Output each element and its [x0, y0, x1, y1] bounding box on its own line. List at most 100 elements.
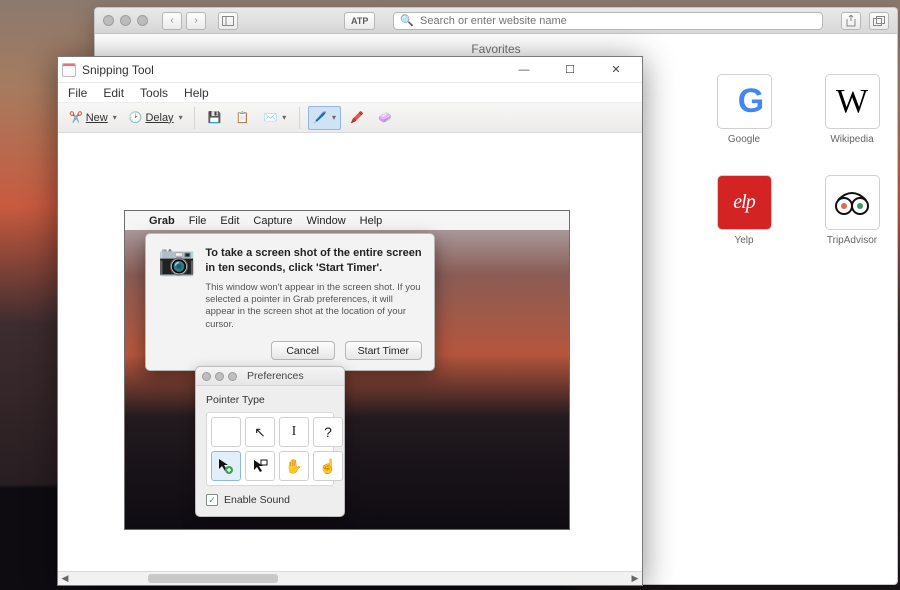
clock-icon: 🕑	[129, 111, 143, 124]
grab-screenshot: Grab File Edit Capture Window Help ↖ 📷 T…	[124, 210, 570, 530]
toolbar-separator	[194, 107, 195, 129]
grab-timer-dialog: 📷 To take a screen shot of the entire sc…	[145, 233, 435, 371]
horizontal-scrollbar[interactable]: ◀ ▶	[58, 571, 642, 585]
dialog-body-text: This window won't appear in the screen s…	[205, 282, 422, 331]
delay-label: Delay	[145, 112, 173, 124]
pen-button[interactable]: 🖊️ ▾	[308, 106, 341, 130]
menu-file[interactable]: File	[66, 85, 89, 101]
safari-titlebar: ‹ › ATP 🔍	[95, 8, 897, 34]
share-button[interactable]	[841, 12, 861, 30]
menu-help[interactable]: Help	[182, 85, 211, 101]
chevron-down-icon[interactable]: ▾	[332, 113, 336, 122]
url-bar[interactable]: 🔍	[393, 12, 823, 30]
minimize-dot[interactable]	[215, 372, 224, 381]
delay-button[interactable]: 🕑 Delay ▾	[124, 106, 186, 130]
chevron-down-icon[interactable]: ▾	[113, 113, 117, 122]
content-blocker-badge[interactable]: ATP	[344, 12, 375, 30]
maximize-button[interactable]: ☐	[556, 60, 584, 80]
pointer-none[interactable]	[211, 417, 241, 447]
snip-menubar[interactable]: File Edit Tools Help	[58, 83, 642, 103]
pointer-help[interactable]: ?	[313, 417, 343, 447]
close-dot[interactable]	[202, 372, 211, 381]
favorite-label: TripAdvisor	[827, 235, 877, 246]
menu-help[interactable]: Help	[360, 215, 383, 227]
menu-window[interactable]: Window	[307, 215, 346, 227]
scroll-right-arrow[interactable]: ▶	[628, 572, 642, 585]
new-label: New	[86, 112, 108, 124]
menu-edit[interactable]: Edit	[220, 215, 239, 227]
favorite-label: Google	[728, 134, 760, 145]
favorite-wikipedia[interactable]: W Wikipedia	[819, 74, 885, 145]
toolbar-separator	[299, 107, 300, 129]
copy-icon: 📋	[236, 111, 250, 124]
chevron-down-icon[interactable]: ▾	[179, 113, 183, 122]
snip-toolbar: ✂️ New ▾ 🕑 Delay ▾ 💾 📋 ✉️ ▾ 🖊️ ▾ 🖍️ 🧼	[58, 103, 642, 133]
grab-preferences-window: Preferences Pointer Type ↖ I ?	[195, 366, 345, 517]
favorite-google[interactable]: G Google	[711, 74, 777, 145]
pointer-type-label: Pointer Type	[206, 394, 334, 406]
enable-sound-label: Enable Sound	[224, 494, 290, 506]
copy-button[interactable]: 📋	[231, 106, 255, 130]
prefs-titlebar[interactable]: Preferences	[196, 367, 344, 386]
url-input[interactable]	[420, 15, 816, 27]
sidebar-button[interactable]	[218, 12, 238, 30]
camera-icon: 📷	[158, 246, 195, 282]
enable-sound-row[interactable]: ✓ Enable Sound	[206, 494, 334, 506]
tripadvisor-icon	[825, 175, 880, 230]
pointer-arrow[interactable]: ↖	[245, 417, 275, 447]
close-dot[interactable]	[103, 15, 114, 26]
menu-capture[interactable]: Capture	[253, 215, 292, 227]
eraser-icon: 🧼	[378, 111, 392, 124]
pointer-ibeam[interactable]: I	[279, 417, 309, 447]
save-button[interactable]: 💾	[203, 106, 227, 130]
pointer-context[interactable]	[245, 451, 275, 481]
highlighter-button[interactable]: 🖍️	[345, 106, 369, 130]
pen-icon: 🖊️	[313, 111, 327, 124]
eraser-button[interactable]: 🧼	[373, 106, 397, 130]
new-snip-button[interactable]: ✂️ New ▾	[64, 106, 120, 130]
pointer-open-hand[interactable]: ✋	[279, 451, 309, 481]
cancel-button[interactable]: Cancel	[271, 341, 335, 360]
snipping-tool-icon	[62, 63, 76, 77]
chevron-down-icon[interactable]: ▾	[282, 113, 286, 122]
forward-button[interactable]: ›	[186, 12, 206, 30]
enable-sound-checkbox[interactable]: ✓	[206, 494, 218, 506]
share-icon	[846, 15, 856, 27]
highlighter-icon: 🖍️	[350, 111, 364, 124]
menu-edit[interactable]: Edit	[101, 85, 126, 101]
minimize-button[interactable]: —	[510, 60, 538, 80]
scroll-left-arrow[interactable]: ◀	[58, 572, 72, 585]
favorite-tripadvisor[interactable]: TripAdvisor	[819, 175, 885, 246]
mail-icon: ✉️	[264, 111, 278, 124]
send-button[interactable]: ✉️ ▾	[259, 106, 292, 130]
mac-menubar: Grab File Edit Capture Window Help	[125, 211, 569, 230]
prefs-title: Preferences	[247, 370, 304, 382]
sidebar-icon	[222, 16, 234, 26]
menu-file[interactable]: File	[189, 215, 207, 227]
favorite-yelp[interactable]: elp Yelp	[711, 175, 777, 246]
close-button[interactable]: ✕	[602, 60, 630, 80]
pointer-copy[interactable]	[211, 451, 241, 481]
zoom-dot[interactable]	[137, 15, 148, 26]
scroll-thumb[interactable]	[148, 574, 278, 583]
window-traffic-lights[interactable]	[103, 15, 148, 26]
nav-back-forward[interactable]: ‹ ›	[162, 12, 206, 30]
menu-tools[interactable]: Tools	[138, 85, 170, 101]
minimize-dot[interactable]	[120, 15, 131, 26]
zoom-dot[interactable]	[228, 372, 237, 381]
pointer-point-hand[interactable]: ☝️	[313, 451, 343, 481]
start-timer-button[interactable]: Start Timer	[345, 341, 422, 360]
yelp-icon: elp	[717, 175, 772, 230]
search-icon: 🔍	[400, 14, 414, 27]
back-button[interactable]: ‹	[162, 12, 182, 30]
tabs-icon	[873, 16, 885, 26]
tabs-button[interactable]	[869, 12, 889, 30]
wikipedia-icon: W	[825, 74, 880, 129]
google-icon: G	[717, 74, 772, 129]
menu-grab[interactable]: Grab	[149, 215, 175, 227]
favorite-label: Yelp	[734, 235, 753, 246]
snip-canvas[interactable]: Grab File Edit Capture Window Help ↖ 📷 T…	[58, 133, 642, 585]
snip-titlebar[interactable]: Snipping Tool — ☐ ✕	[58, 57, 642, 83]
snipping-tool-window: Snipping Tool — ☐ ✕ File Edit Tools Help…	[57, 56, 643, 586]
window-title: Snipping Tool	[82, 63, 154, 77]
